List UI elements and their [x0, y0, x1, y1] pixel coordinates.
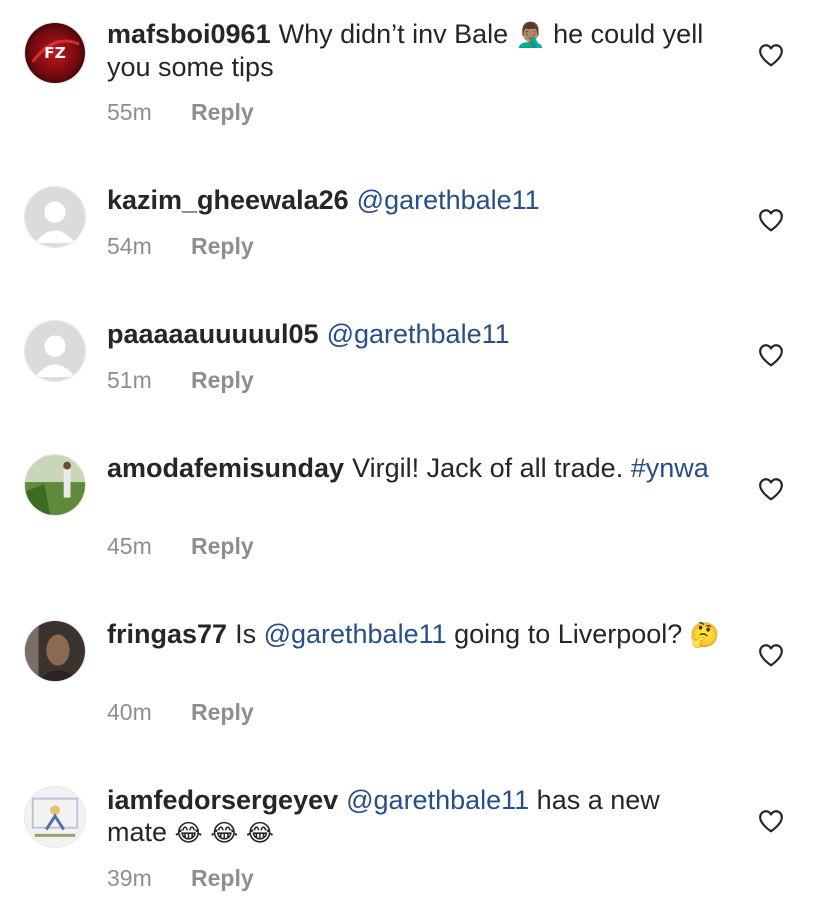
comment-text: Why didn’t inv Bale: [278, 19, 516, 49]
username-link[interactable]: mafsboi0961: [107, 19, 271, 49]
emoji: 🤔: [689, 621, 720, 649]
comment-body: mafsboi0961 Why didn’t inv Bale 🤦🏽‍♂️ he …: [107, 18, 727, 83]
like-heart-icon[interactable]: [758, 343, 784, 367]
comment-text: Is: [235, 619, 264, 649]
mention-link[interactable]: @garethbale11: [327, 319, 510, 349]
mention-link[interactable]: @garethbale11: [357, 185, 540, 215]
comment-body: iamfedorsergeyev @garethbale11 has a new …: [107, 784, 727, 849]
hashtag-link[interactable]: #ynwa: [631, 453, 709, 483]
like-heart-icon[interactable]: [758, 43, 784, 67]
comment-body: fringas77 Is @garethbale11 going to Liver…: [107, 618, 727, 651]
avatar[interactable]: [24, 786, 86, 848]
comment-meta: 40m Reply: [107, 699, 254, 726]
avatar[interactable]: [24, 186, 86, 248]
comment-body: kazim_gheewala26 @garethbale11: [107, 184, 727, 216]
avatar[interactable]: [24, 454, 86, 516]
comment-meta: 45m Reply: [107, 533, 254, 560]
comment-meta: 51m Reply: [107, 367, 254, 394]
reply-button[interactable]: Reply: [191, 699, 254, 725]
avatar[interactable]: FZ: [24, 22, 86, 84]
mention-link[interactable]: @garethbale11: [264, 619, 447, 649]
like-heart-icon[interactable]: [758, 643, 784, 667]
timestamp: 39m: [107, 865, 152, 891]
emoji: 🤦🏽‍♂️: [515, 21, 546, 49]
like-heart-icon[interactable]: [758, 208, 784, 232]
username-link[interactable]: amodafemisunday: [107, 453, 344, 483]
comment-meta: 39m Reply: [107, 865, 254, 892]
timestamp: 55m: [107, 99, 152, 125]
timestamp: 40m: [107, 699, 152, 725]
reply-button[interactable]: Reply: [191, 865, 254, 891]
reply-button[interactable]: Reply: [191, 367, 254, 393]
comment-meta: 54m Reply: [107, 233, 254, 260]
timestamp: 51m: [107, 367, 152, 393]
avatar[interactable]: [24, 620, 86, 682]
avatar[interactable]: [24, 320, 86, 382]
comment-body: amodafemisunday Virgil! Jack of all trade…: [107, 452, 727, 484]
reply-button[interactable]: Reply: [191, 99, 254, 125]
emoji: 😂 😂 😂: [174, 819, 274, 847]
svg-text:FZ: FZ: [44, 44, 66, 62]
username-link[interactable]: fringas77: [107, 619, 227, 649]
username-link[interactable]: iamfedorsergeyev: [107, 785, 338, 815]
comment-meta: 55m Reply: [107, 99, 254, 126]
reply-button[interactable]: Reply: [191, 233, 254, 259]
comment-text: going to Liverpool?: [446, 619, 690, 649]
timestamp: 54m: [107, 233, 152, 259]
username-link[interactable]: kazim_gheewala26: [107, 185, 349, 215]
comment-body: paaaaauuuuul05 @garethbale11: [107, 318, 727, 350]
timestamp: 45m: [107, 533, 152, 559]
reply-button[interactable]: Reply: [191, 533, 254, 559]
username-link[interactable]: paaaaauuuuul05: [107, 319, 319, 349]
like-heart-icon[interactable]: [758, 477, 784, 501]
mention-link[interactable]: @garethbale11: [346, 785, 529, 815]
like-heart-icon[interactable]: [758, 809, 784, 833]
comment-text: Virgil! Jack of all trade.: [352, 453, 631, 483]
